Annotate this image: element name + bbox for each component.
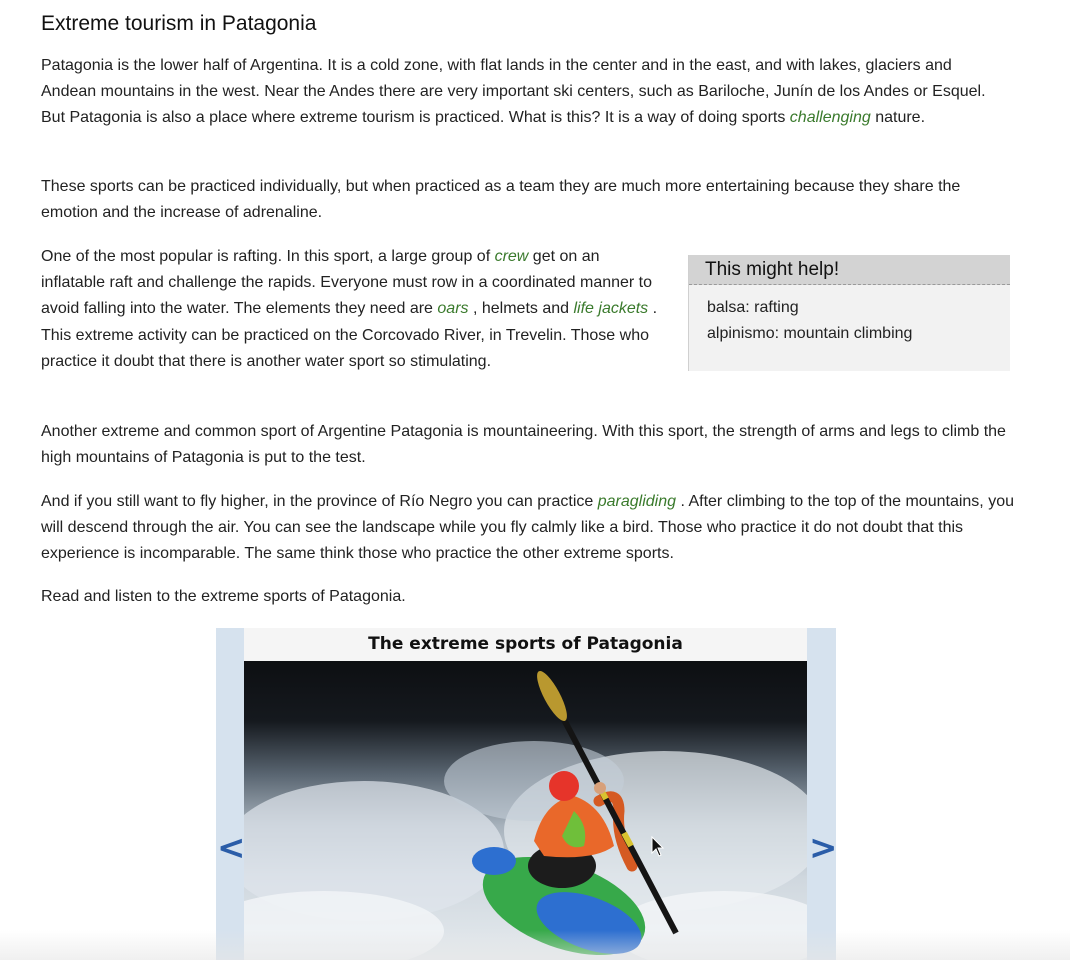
help-box: This might help! balsa: rafting alpinism…: [688, 255, 1010, 371]
carousel-next-button[interactable]: >: [809, 828, 836, 868]
article-title: Extreme tourism in Patagonia: [41, 12, 317, 35]
help-item-balsa: balsa: rafting: [707, 299, 799, 316]
glossary-term-oars[interactable]: oars: [437, 300, 468, 317]
paragraph-text: , helmets and: [468, 300, 574, 318]
kayaker-photo: [244, 661, 807, 960]
help-box-title: This might help!: [689, 255, 1010, 285]
kayaker-illustration: [244, 670, 807, 960]
paragraph-intro: Patagonia is the lower half of Argentina…: [41, 53, 1006, 132]
paragraph-rafting: One of the most popular is rafting. In t…: [41, 244, 666, 375]
glossary-term-paragliding[interactable]: paragliding: [598, 493, 676, 510]
help-box-list: balsa: rafting alpinismo: mountain climb…: [689, 285, 1010, 347]
carousel-title: The extreme sports of Patagonia: [244, 628, 807, 661]
mouse-pointer-icon: [651, 836, 665, 857]
paragraph-paragliding: And if you still want to fly higher, in …: [41, 489, 1019, 568]
paragraph-text: One of the most popular is rafting. In t…: [41, 248, 495, 265]
paragraph-text: And if you still want to fly higher, in …: [41, 493, 598, 510]
paragraph-instruction: Read and listen to the extreme sports of…: [41, 588, 406, 605]
image-carousel: The extreme sports of Patagonia < >: [216, 628, 836, 960]
paragraph-mountaineering: Another extreme and common sport of Arge…: [41, 423, 1006, 467]
glossary-term-challenging[interactable]: challenging: [790, 109, 871, 126]
paragraph-text: nature.: [870, 109, 926, 127]
glossary-term-life-jackets[interactable]: life jackets: [573, 300, 648, 317]
carousel-prev-button[interactable]: <: [217, 828, 246, 868]
paragraph-team: These sports can be practiced individual…: [41, 178, 961, 222]
help-item-alpinismo: alpinismo: mountain climbing: [707, 325, 913, 342]
glossary-term-crew[interactable]: crew: [495, 248, 529, 265]
